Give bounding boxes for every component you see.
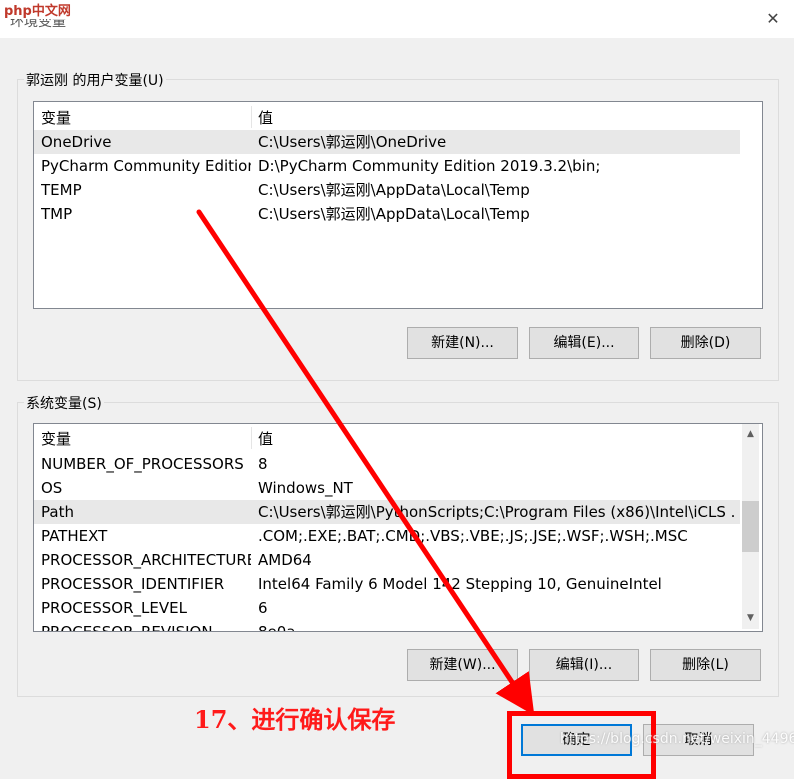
watermark: https://blog.csdn.net/weixin_44965880: [560, 731, 794, 747]
annotation-arrow-icon: [196, 209, 535, 716]
